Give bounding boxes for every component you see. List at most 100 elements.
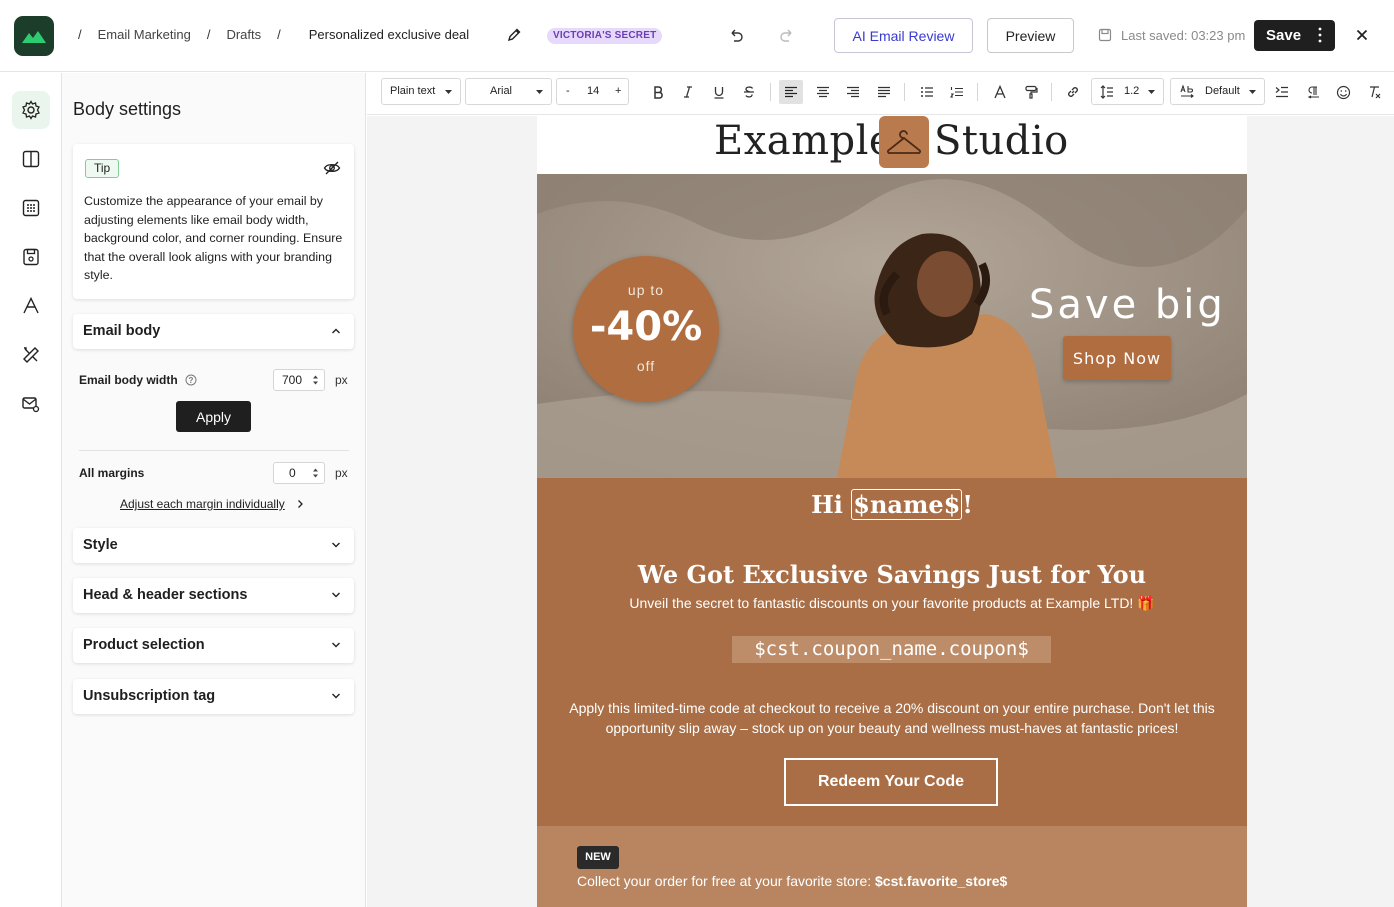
toolbar-separator (977, 83, 978, 101)
italic-icon[interactable] (678, 82, 698, 102)
svg-text:?: ? (189, 376, 194, 385)
new-badge: NEW (577, 846, 619, 869)
format-painter-icon[interactable] (1021, 82, 1041, 102)
close-icon[interactable] (1354, 27, 1370, 43)
font-color-icon[interactable] (990, 82, 1010, 102)
rail-layout[interactable] (12, 140, 50, 178)
letter-spacing-select[interactable]: Default (1170, 78, 1265, 105)
email-body-width-input[interactable]: 700 (273, 369, 325, 391)
rail-saved-blocks[interactable] (12, 238, 50, 276)
section-label-head-header: Head & header sections (83, 587, 248, 603)
formatting-toolbar: Plain text Arial - 14 + 1.2 Default (367, 73, 1394, 115)
pencil-icon[interactable] (506, 27, 522, 43)
offer-section[interactable]: Hi $name$! We Got Exclusive Savings Just… (537, 478, 1247, 826)
section-label-unsubscription: Unsubscription tag (83, 688, 216, 704)
hero-banner[interactable]: up to -40% off Save big Shop Now (537, 174, 1247, 478)
chevron-down-icon (331, 641, 341, 649)
gear-icon (22, 100, 40, 120)
numbered-list-icon[interactable] (947, 82, 967, 102)
emoji-icon[interactable] (1333, 82, 1353, 102)
font-size-increase[interactable]: + (615, 79, 621, 104)
section-label-product-selection: Product selection (83, 637, 205, 653)
eye-off-icon[interactable] (323, 160, 341, 176)
app-logo[interactable] (14, 16, 54, 56)
strikethrough-icon[interactable] (739, 82, 759, 102)
breadcrumb-email-marketing[interactable]: Email Marketing (98, 27, 191, 42)
font-size-stepper[interactable]: - 14 + (556, 78, 629, 105)
stepper-arrows-icon[interactable] (312, 467, 319, 479)
align-justify-icon[interactable] (874, 82, 894, 102)
breadcrumb: / Email Marketing / Drafts / Personalize… (78, 27, 469, 42)
line-height-icon (1100, 85, 1113, 99)
campaign-name: Personalized exclusive deal (308, 27, 470, 42)
brand-badge: VICTORIA'S SECRET (547, 28, 663, 44)
align-right-icon[interactable] (843, 82, 863, 102)
indent-icon[interactable] (1272, 82, 1292, 102)
toolbar-separator (904, 83, 905, 101)
dropdown-arrow-icon (1249, 90, 1256, 94)
icon-rail (0, 73, 62, 907)
chevron-up-icon (331, 327, 341, 335)
line-height-select[interactable]: 1.2 (1091, 78, 1164, 105)
offer-headline: We Got Exclusive Savings Just for You (637, 560, 1147, 589)
font-family-select[interactable]: Arial (465, 78, 552, 105)
name-merge-tag[interactable]: $name$ (851, 489, 963, 520)
bold-icon[interactable] (648, 82, 668, 102)
collect-text: Collect your order for free at your favo… (577, 873, 1008, 889)
email-body[interactable]: Example Studio up to -40% off Save big S… (537, 116, 1247, 907)
greeting: Hi $name$! (811, 489, 973, 520)
all-margins-label: All margins (79, 466, 145, 480)
shop-now-button[interactable]: Shop Now (1063, 336, 1171, 380)
save-template-icon (23, 248, 39, 266)
rail-tools[interactable] (12, 336, 50, 374)
coupon-code[interactable]: $cst.coupon_name.coupon$ (732, 636, 1051, 663)
rail-mail-settings[interactable] (12, 385, 50, 423)
text-type-select[interactable]: Plain text (381, 78, 461, 105)
chevron-right-icon (297, 499, 304, 509)
product-selection-section-header[interactable]: Product selection (73, 628, 354, 663)
letter-spacing-icon (1180, 85, 1194, 98)
hanger-icon (887, 130, 921, 154)
align-left-icon[interactable] (779, 80, 803, 104)
chevron-down-icon (331, 692, 341, 700)
line-height-value: 1.2 (1124, 85, 1140, 97)
link-icon[interactable] (1063, 82, 1083, 102)
email-header[interactable]: Example Studio (537, 116, 1247, 174)
stepper-arrows-icon[interactable] (312, 374, 319, 386)
adjust-margins-link[interactable]: Adjust each margin individually (120, 497, 285, 511)
store-pickup-section[interactable]: NEW Collect your order for free at your … (537, 826, 1247, 907)
paragraph-direction-icon[interactable] (1303, 82, 1323, 102)
redeem-code-button[interactable]: Redeem Your Code (784, 758, 998, 806)
undo-icon[interactable] (727, 27, 745, 45)
preview-button[interactable]: Preview (987, 18, 1074, 53)
style-section-header[interactable]: Style (73, 528, 354, 563)
save-button[interactable]: Save (1254, 20, 1335, 51)
ai-email-review-button[interactable]: AI Email Review (834, 18, 973, 53)
body-settings-panel: Body settings Tip Customize the appearan… (62, 73, 366, 907)
tools-icon (23, 347, 39, 363)
bulleted-list-icon[interactable] (917, 82, 937, 102)
email-body-section-header[interactable]: Email body (73, 314, 354, 349)
breadcrumb-drafts[interactable]: Drafts (226, 27, 261, 42)
dropdown-arrow-icon (1148, 90, 1155, 94)
clear-formatting-icon[interactable] (1365, 82, 1385, 102)
underline-icon[interactable] (709, 82, 729, 102)
rail-blocks[interactable] (12, 189, 50, 227)
help-icon[interactable]: ? (185, 374, 197, 386)
panel-title: Body settings (73, 99, 182, 119)
font-size-decrease[interactable]: - (566, 79, 570, 104)
more-options-icon[interactable] (1318, 27, 1322, 43)
rail-typography[interactable] (12, 287, 50, 325)
dropdown-arrow-icon (536, 90, 543, 94)
discount-off: off (636, 358, 656, 374)
favorite-store-merge-tag[interactable]: $cst.favorite_store$ (875, 873, 1007, 889)
head-header-section-header[interactable]: Head & header sections (73, 578, 354, 613)
apply-button[interactable]: Apply (176, 401, 251, 432)
align-center-icon[interactable] (813, 82, 833, 102)
all-margins-input[interactable]: 0 (273, 462, 325, 484)
width-unit: px (335, 373, 348, 387)
text-type-value: Plain text (390, 85, 436, 97)
rail-body-settings[interactable] (12, 91, 50, 129)
redo-icon[interactable] (778, 27, 796, 45)
unsubscription-tag-section-header[interactable]: Unsubscription tag (73, 679, 354, 714)
